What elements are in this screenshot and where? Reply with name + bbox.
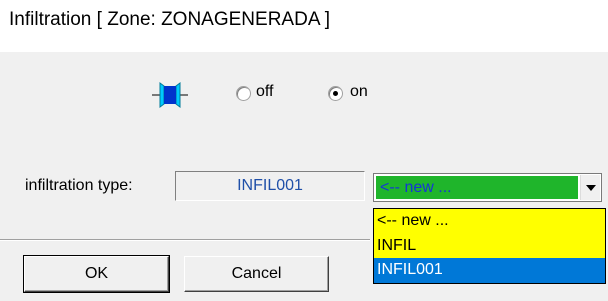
radio-off-label: off: [256, 83, 274, 100]
radio-on-label: on: [350, 83, 368, 100]
select-current-value: <-- new ...: [376, 176, 578, 199]
window-icon: [150, 80, 190, 110]
cancel-button[interactable]: Cancel: [184, 256, 329, 292]
infiltration-type-dropdown-list[interactable]: <-- new ... INFIL INFIL001: [373, 208, 606, 284]
separator-line: [0, 239, 370, 241]
chevron-down-icon[interactable]: [580, 175, 600, 200]
dropdown-item-infil001[interactable]: INFIL001: [374, 258, 605, 283]
radio-selected-dot: [333, 91, 338, 96]
infiltration-type-select[interactable]: <-- new ...: [373, 173, 602, 202]
dialog-title: Infiltration [ Zone: ZONAGENERADA ]: [9, 9, 330, 30]
infiltration-type-field: INFIL001: [175, 171, 365, 201]
radio-on-button[interactable]: [328, 86, 343, 101]
radio-off-button[interactable]: [236, 86, 251, 101]
dropdown-item-infil[interactable]: INFIL: [374, 233, 605, 258]
infiltration-type-label: infiltration type:: [25, 177, 133, 194]
ok-button[interactable]: OK: [23, 255, 170, 293]
dropdown-item-new[interactable]: <-- new ...: [374, 209, 605, 234]
